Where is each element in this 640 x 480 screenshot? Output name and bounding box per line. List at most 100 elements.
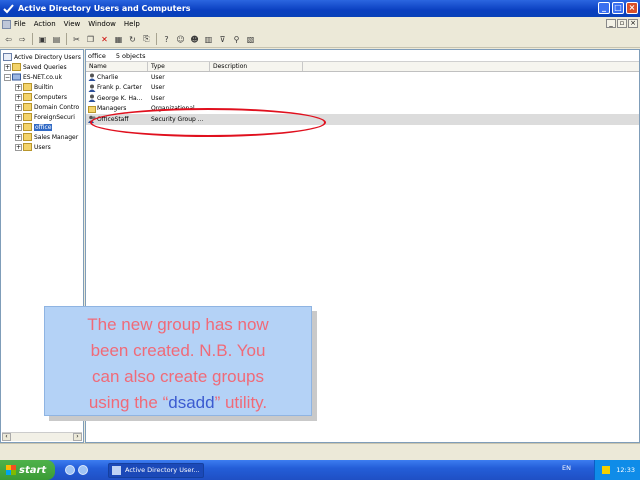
delete-icon[interactable]: ✕ <box>99 34 110 45</box>
close-button[interactable]: × <box>626 2 638 14</box>
item-type: User <box>151 73 165 81</box>
new-user-icon[interactable]: ☺ <box>175 34 186 45</box>
taskbar: start Active Directory User... EN 12:33 <box>0 460 640 480</box>
start-button[interactable]: start <box>0 460 55 480</box>
scroll-right-icon[interactable]: › <box>73 433 82 441</box>
title-bar: Active Directory Users and Computers _ □… <box>0 0 640 17</box>
ou-folder-icon <box>23 103 32 111</box>
add-to-group-icon[interactable]: ▧ <box>245 34 256 45</box>
up-folder-icon[interactable]: ▣ <box>37 34 48 45</box>
refresh-icon[interactable]: ↻ <box>127 34 138 45</box>
find-icon[interactable]: ⚲ <box>231 34 242 45</box>
folder-icon <box>23 93 32 101</box>
item-type: User <box>151 94 165 102</box>
caption-line-4: using the “dsadd” utility. <box>45 390 311 416</box>
column-description[interactable]: Description <box>210 62 303 71</box>
help-icon[interactable]: ? <box>161 34 172 45</box>
show-desktop-icon[interactable] <box>65 465 75 475</box>
expand-icon[interactable]: + <box>4 63 11 71</box>
maximize-button[interactable]: □ <box>612 2 624 14</box>
child-restore-button[interactable]: ▫ <box>617 19 627 28</box>
copy-icon[interactable]: ❐ <box>85 34 96 45</box>
tree-item-label: ES-NET.co.uk <box>23 73 62 81</box>
new-group-icon[interactable]: ☻ <box>189 34 200 45</box>
filter-icon[interactable]: ⊽ <box>217 34 228 45</box>
expand-icon[interactable]: + <box>15 123 22 131</box>
back-icon[interactable]: ⇦ <box>3 34 14 45</box>
menu-view[interactable]: View <box>64 20 81 28</box>
tree-item-label: Builtin <box>34 83 54 91</box>
expand-icon[interactable]: + <box>15 103 22 111</box>
window-title: Active Directory Users and Computers <box>18 4 191 13</box>
internet-explorer-icon[interactable] <box>78 465 88 475</box>
show-tree-icon[interactable]: ▤ <box>51 34 62 45</box>
folder-icon <box>23 113 32 121</box>
column-name[interactable]: Name <box>86 62 148 71</box>
tree-item-domain-controllers[interactable]: + Domain Contro <box>15 102 79 112</box>
horizontal-scrollbar[interactable]: ‹ › <box>2 432 82 441</box>
quick-launch <box>65 465 88 475</box>
collapse-icon[interactable]: − <box>4 73 11 81</box>
tree-item-saved-queries[interactable]: + Saved Queries <box>4 62 67 72</box>
toolbar-separator <box>66 33 67 45</box>
user-icon <box>88 84 96 92</box>
tree-item-foreign-security[interactable]: + ForeignSecuri <box>15 112 75 122</box>
taskbar-button-aduc[interactable]: Active Directory User... <box>108 462 204 478</box>
caption-line-4-post: ” utility. <box>214 393 268 412</box>
ou-folder-icon <box>23 133 32 141</box>
item-name: George K. Ha... <box>97 94 143 102</box>
column-headers: Name Type Description <box>86 62 639 72</box>
minimize-button[interactable]: _ <box>598 2 610 14</box>
cut-icon[interactable]: ✂ <box>71 34 82 45</box>
column-type[interactable]: Type <box>148 62 210 71</box>
expand-icon[interactable]: + <box>15 113 22 121</box>
tree-root-label: Active Directory Users <box>14 53 81 61</box>
tree-item-sales-manager[interactable]: + Sales Manager <box>15 132 78 142</box>
export-list-icon[interactable]: ⎘ <box>141 34 152 45</box>
tree-item-label: Saved Queries <box>23 63 67 71</box>
new-ou-icon[interactable]: ▥ <box>203 34 214 45</box>
tree-item-label: Users <box>34 143 51 151</box>
properties-icon[interactable]: ▦ <box>113 34 124 45</box>
caption-line-2: been created. N.B. You <box>90 341 266 360</box>
ou-icon <box>88 105 96 113</box>
tree-item-office[interactable]: + office <box>15 122 53 132</box>
menu-file[interactable]: File <box>2 19 26 29</box>
item-type: User <box>151 84 165 92</box>
toolbar-separator <box>156 33 157 45</box>
menu-help-label: Help <box>123 20 140 28</box>
tree-item-computers[interactable]: + Computers <box>15 92 67 102</box>
menu-bar: File Action View Window Help _ ▫ × <box>0 17 640 31</box>
clock: 12:33 <box>616 466 635 474</box>
system-tray: 12:33 <box>594 460 640 480</box>
forward-icon[interactable]: ⇨ <box>17 34 28 45</box>
menu-window[interactable]: Window <box>88 20 116 28</box>
menu-help[interactable]: Help <box>124 20 140 28</box>
expand-icon[interactable]: + <box>15 83 22 91</box>
item-name: Frank p. Carter <box>97 84 142 92</box>
caption-line-4-pre: using the “ <box>88 393 169 412</box>
console-icon <box>2 19 11 29</box>
tree-root[interactable]: Active Directory Users <box>3 52 81 62</box>
list-item[interactable]: Frank p. Carter User <box>86 83 639 94</box>
expand-icon[interactable]: + <box>15 133 22 141</box>
user-icon <box>88 94 96 103</box>
tree-item-label: ForeignSecuri <box>34 113 75 121</box>
item-name: Charlie <box>97 73 119 81</box>
language-indicator[interactable]: EN <box>562 464 571 472</box>
item-name: Managers <box>97 105 127 113</box>
caption-command: dsadd <box>168 393 215 412</box>
tree-item-builtin[interactable]: + Builtin <box>15 82 53 92</box>
tree-item-users[interactable]: + Users <box>15 142 51 152</box>
menu-action[interactable]: Action <box>34 20 56 28</box>
expand-icon[interactable]: + <box>15 143 22 151</box>
list-item[interactable]: George K. Ha... User <box>86 93 639 104</box>
tree-item-domain[interactable]: − ES-NET.co.uk <box>4 72 62 82</box>
toolbar-separator <box>32 33 33 45</box>
tray-icon[interactable] <box>602 466 611 474</box>
expand-icon[interactable]: + <box>15 93 22 101</box>
child-close-button[interactable]: × <box>628 19 638 28</box>
list-item[interactable]: Charlie User <box>86 72 639 83</box>
child-minimize-button[interactable]: _ <box>606 19 616 28</box>
scroll-left-icon[interactable]: ‹ <box>2 433 11 441</box>
